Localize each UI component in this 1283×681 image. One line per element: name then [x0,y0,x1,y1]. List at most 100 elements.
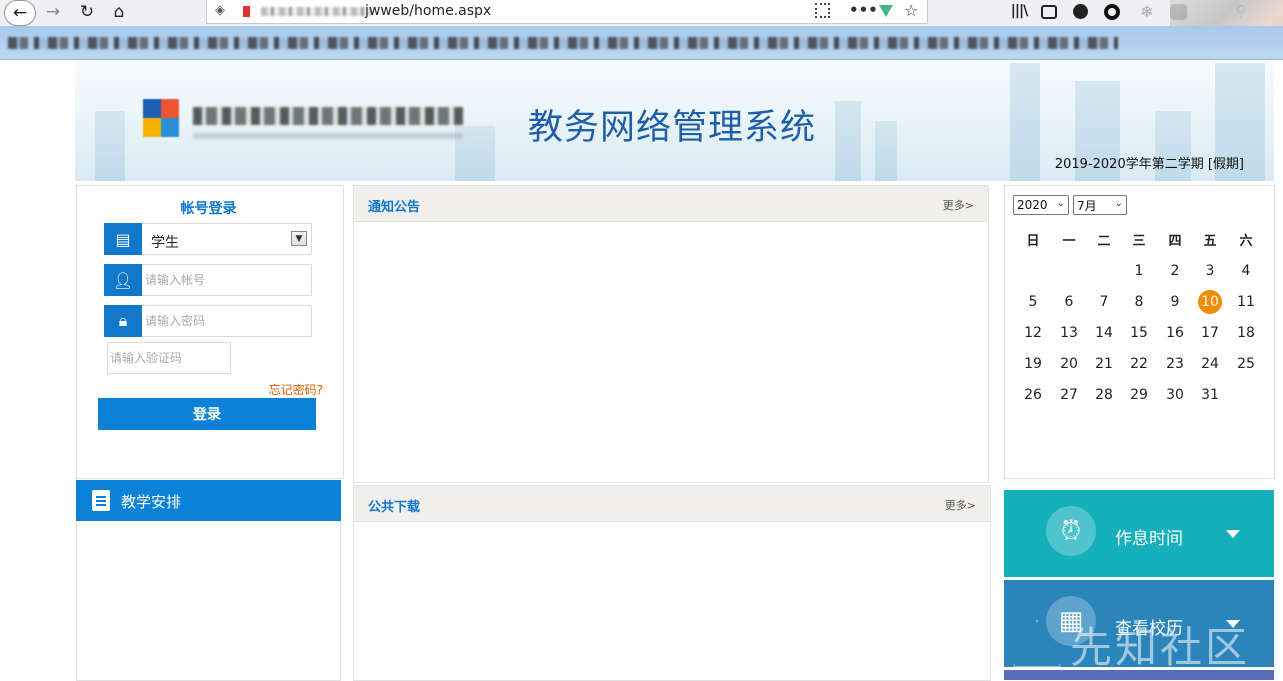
forgot-password-link[interactable]: 忘记密码? [269,381,323,398]
more-actions-icon[interactable]: ••• [849,1,878,19]
schedule-tile[interactable]: ⏰︎ 作息时间 [1004,490,1274,577]
weekday-label: 二 [1097,234,1111,249]
calendar-day[interactable]: 9 [1157,286,1193,317]
calendar-day[interactable]: 14 [1086,317,1122,348]
calendar-day[interactable]: 30 [1157,379,1193,410]
document-list-icon [92,490,110,511]
weekday-label: 三 [1132,234,1146,249]
calendar-day[interactable]: 25 [1228,348,1264,379]
login-panel: 帐号登录 ▤ 学生 ▼ 👤︎ 🔒︎ 忘记密码? 登录 [76,185,344,479]
calendar-day-today[interactable]: 10 [1192,286,1228,317]
calendar-day[interactable]: 6 [1051,286,1087,317]
account-input[interactable] [145,265,309,295]
site-favicon-icon [243,6,250,17]
month-select-value[interactable]: 7月 [1077,197,1097,214]
weekday-label: 六 [1239,234,1253,249]
sidebar-icon[interactable] [1041,5,1057,19]
calendar-day-number[interactable]: 10 [1198,289,1222,314]
reload-button[interactable]: ↻ [74,0,100,24]
calendar-day[interactable]: 31 [1192,379,1228,410]
week-row: 26 27 28 29 30 31 [1015,379,1273,410]
role-select-value[interactable]: 学生 [151,232,179,252]
downloads-more-link[interactable]: 更多> [945,497,976,513]
calendar-day[interactable]: 8 [1121,286,1157,317]
school-name-blurred [193,107,463,125]
library-icon[interactable]: |||\ [1010,2,1028,20]
extension-ring-icon[interactable] [1104,4,1120,20]
calendar-grid: 日一二三四五六 1 2 3 4 5 6 7 8 9 10 11 12 13 14 15 16 17 18 19 20 21… [1015,224,1273,410]
user-icon: 👤︎ [104,264,142,296]
school-subtitle-blurred [193,133,463,139]
account-field[interactable]: 👤︎ [104,264,312,296]
calendar-day[interactable]: 20 [1051,348,1087,379]
login-title: 帐号登录 [180,201,237,217]
address-bar[interactable]: ◈ jwweb/home.aspx ••• ☆ [206,0,928,24]
home-icon: ⌂ [113,2,125,22]
teaching-panel: 教学安排 [76,480,341,681]
password-field[interactable]: 🔒︎ [104,305,312,337]
calendar-day[interactable]: 29 [1121,379,1157,410]
calendar-day[interactable]: 7 [1086,286,1122,317]
home-button[interactable]: ⌂ [106,0,132,24]
calendar-day[interactable]: 15 [1121,317,1157,348]
week-row: 12 13 14 15 16 17 18 [1015,317,1273,348]
current-term: 2019-2020学年第二学期 [假期] [1054,157,1244,172]
calendar-day[interactable]: 22 [1121,348,1157,379]
id-card-icon: ▤ [104,223,142,255]
system-title: 教务网络管理系统 [528,108,817,148]
extension-snowflake-icon[interactable]: ❄ [1138,2,1156,21]
calendar-day[interactable]: 13 [1051,317,1087,348]
calendar-day[interactable]: 23 [1157,348,1193,379]
weekday-label: 一 [1062,234,1076,249]
bookmarks-blurred[interactable] [8,37,1118,49]
shield-icon[interactable]: ◈ [215,3,225,18]
login-button[interactable]: 登录 [98,398,316,430]
week-row: 5 6 7 8 9 10 11 [1015,286,1273,317]
forward-button[interactable]: → [40,0,66,24]
qr-code-icon[interactable] [815,3,830,18]
notice-title: 通知公告 [368,200,421,215]
calendar-day[interactable]: 21 [1086,348,1122,379]
calendar-empty-cell [1051,255,1087,286]
calendar-empty-cell [1015,255,1051,286]
calendar-day[interactable]: 27 [1051,379,1087,410]
downloads-panel: 公共下载 更多> [353,485,991,681]
vue-devtools-icon[interactable] [879,5,893,17]
calendar-day[interactable]: 18 [1228,317,1264,348]
calendar-day[interactable]: 11 [1228,286,1264,317]
calendar-day[interactable]: 3 [1192,255,1228,286]
calendar-day[interactable]: 26 [1015,379,1051,410]
account-icon[interactable] [1073,4,1088,19]
banner-building [1010,63,1040,181]
bookmark-star-icon[interactable]: ☆ [904,1,918,20]
schedule-tile-label[interactable]: 作息时间 [1115,524,1183,549]
year-select[interactable]: 2020 ⌄ [1013,195,1069,215]
calendar-day[interactable]: 17 [1192,317,1228,348]
back-button[interactable]: ← [4,0,36,26]
lock-icon: 🔒︎ [104,305,142,337]
month-select[interactable]: 7月 ⌄ [1073,195,1127,215]
calendar-day[interactable]: 24 [1192,348,1228,379]
year-select-value[interactable]: 2020 [1017,198,1048,212]
chevron-down-icon[interactable]: ⌄ [1115,198,1123,209]
chevron-down-icon[interactable]: ▼ [291,231,307,246]
calendar-day[interactable]: 1 [1121,255,1157,286]
url-text[interactable]: jwweb/home.aspx [365,3,491,19]
role-select[interactable]: ▤ 学生 ▼ [104,223,312,255]
weekday-label: 日 [1026,234,1040,249]
captcha-input[interactable] [107,342,231,374]
calendar-day[interactable]: 12 [1015,317,1051,348]
calendar-day[interactable]: 5 [1015,286,1051,317]
calendar-day[interactable]: 4 [1228,255,1264,286]
chevron-down-icon[interactable]: ⌄ [1057,198,1065,209]
calendar-day[interactable]: 16 [1157,317,1193,348]
notice-more-link[interactable]: 更多> [943,197,974,213]
caret-down-icon[interactable] [1226,530,1240,538]
password-input[interactable] [145,306,309,336]
calendar-day[interactable]: 19 [1015,348,1051,379]
school-logo [143,99,179,137]
calendar-day[interactable]: 28 [1086,379,1122,410]
teaching-header[interactable]: 教学安排 [76,480,341,521]
calendar-day[interactable]: 2 [1157,255,1193,286]
teaching-label[interactable]: 教学安排 [121,491,181,512]
